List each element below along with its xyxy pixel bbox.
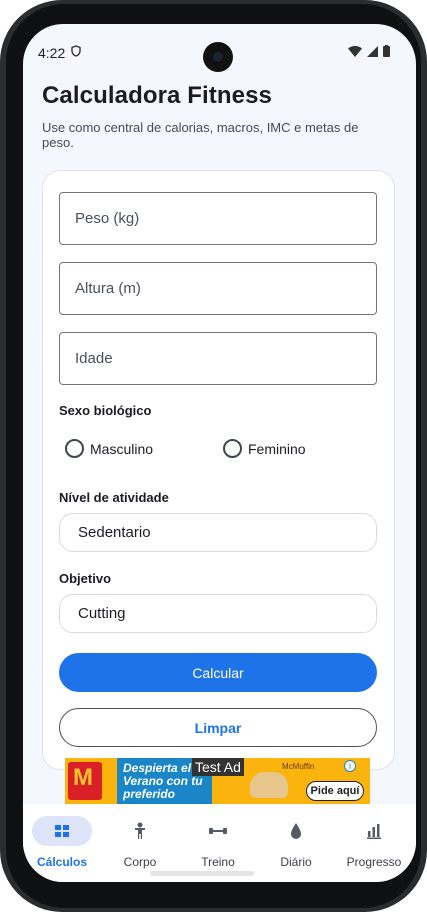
- page-subtitle: Use como central de calorias, macros, IM…: [42, 120, 359, 150]
- ad-food-image: [250, 772, 288, 798]
- status-time: 4:22: [38, 45, 66, 61]
- ad-cta-button[interactable]: Pide aquí: [306, 781, 364, 801]
- sex-label: Sexo biológico: [59, 403, 152, 418]
- ad-brand-mark: M: [73, 764, 93, 791]
- goal-label: Objetivo: [59, 571, 112, 586]
- height-input[interactable]: [60, 263, 376, 314]
- activity-select[interactable]: Sedentario: [59, 513, 377, 552]
- radio-circle[interactable]: [223, 439, 242, 458]
- height-field[interactable]: [59, 262, 377, 315]
- nav-item-progresso[interactable]: Progresso: [335, 804, 413, 882]
- page-title: Calculadora Fitness: [42, 82, 272, 109]
- wifi-icon: [348, 45, 362, 57]
- grid-icon: [55, 825, 69, 837]
- nav-label-calculos: Cálculos: [36, 855, 87, 869]
- radio-circle[interactable]: [65, 439, 84, 458]
- dumbbell-icon: [209, 828, 227, 834]
- system-icons: [348, 45, 390, 57]
- home-indicator[interactable]: [150, 871, 254, 876]
- activity-label: Nível de atividade: [59, 490, 169, 505]
- battery-icon: [383, 45, 390, 57]
- signal-icon: [367, 45, 378, 57]
- nav-label-corpo: Corpo: [123, 855, 157, 869]
- radio-label-masculino: Masculino: [90, 440, 154, 457]
- weight-input[interactable]: [60, 193, 376, 244]
- age-field[interactable]: [59, 332, 377, 385]
- ad-product-tag: McMuffin: [282, 762, 315, 771]
- radio-masculino[interactable]: Masculino: [65, 439, 153, 458]
- nav-item-diario[interactable]: Diário: [257, 804, 335, 882]
- calculator-form-card: Sexo biológico Masculino Feminino Nível …: [42, 170, 395, 770]
- shield-icon: [71, 45, 81, 57]
- goal-select[interactable]: Cutting: [59, 594, 377, 633]
- nav-label-diario: Diário: [280, 855, 312, 869]
- ad-info-icon[interactable]: i: [344, 760, 356, 772]
- radio-label-feminino: Feminino: [248, 440, 306, 457]
- age-input[interactable]: [60, 333, 376, 384]
- test-ad-badge: Test Ad: [192, 758, 244, 776]
- person-icon: [135, 822, 145, 839]
- phone-bezel: 4:22 Calculadora Fitness Use como centra…: [6, 4, 421, 908]
- mcdonalds-logo: M: [68, 762, 102, 800]
- ad-banner[interactable]: M Despierta el Verano con tu preferido T…: [65, 758, 370, 804]
- bar-chart-icon: [367, 824, 381, 839]
- clear-button[interactable]: Limpar: [59, 708, 377, 747]
- radio-feminino[interactable]: Feminino: [223, 439, 306, 458]
- nav-label-treino: Treino: [201, 855, 235, 869]
- nav-item-calculos[interactable]: Cálculos: [23, 804, 101, 882]
- phone-frame: 4:22 Calculadora Fitness Use como centra…: [0, 0, 427, 912]
- nav-label-progresso: Progresso: [346, 855, 402, 869]
- calculate-button[interactable]: Calcular: [59, 653, 377, 692]
- weight-field[interactable]: [59, 192, 377, 245]
- app-screen: 4:22 Calculadora Fitness Use como centra…: [23, 24, 416, 882]
- front-camera: [203, 42, 233, 72]
- water-drop-icon: [291, 823, 301, 839]
